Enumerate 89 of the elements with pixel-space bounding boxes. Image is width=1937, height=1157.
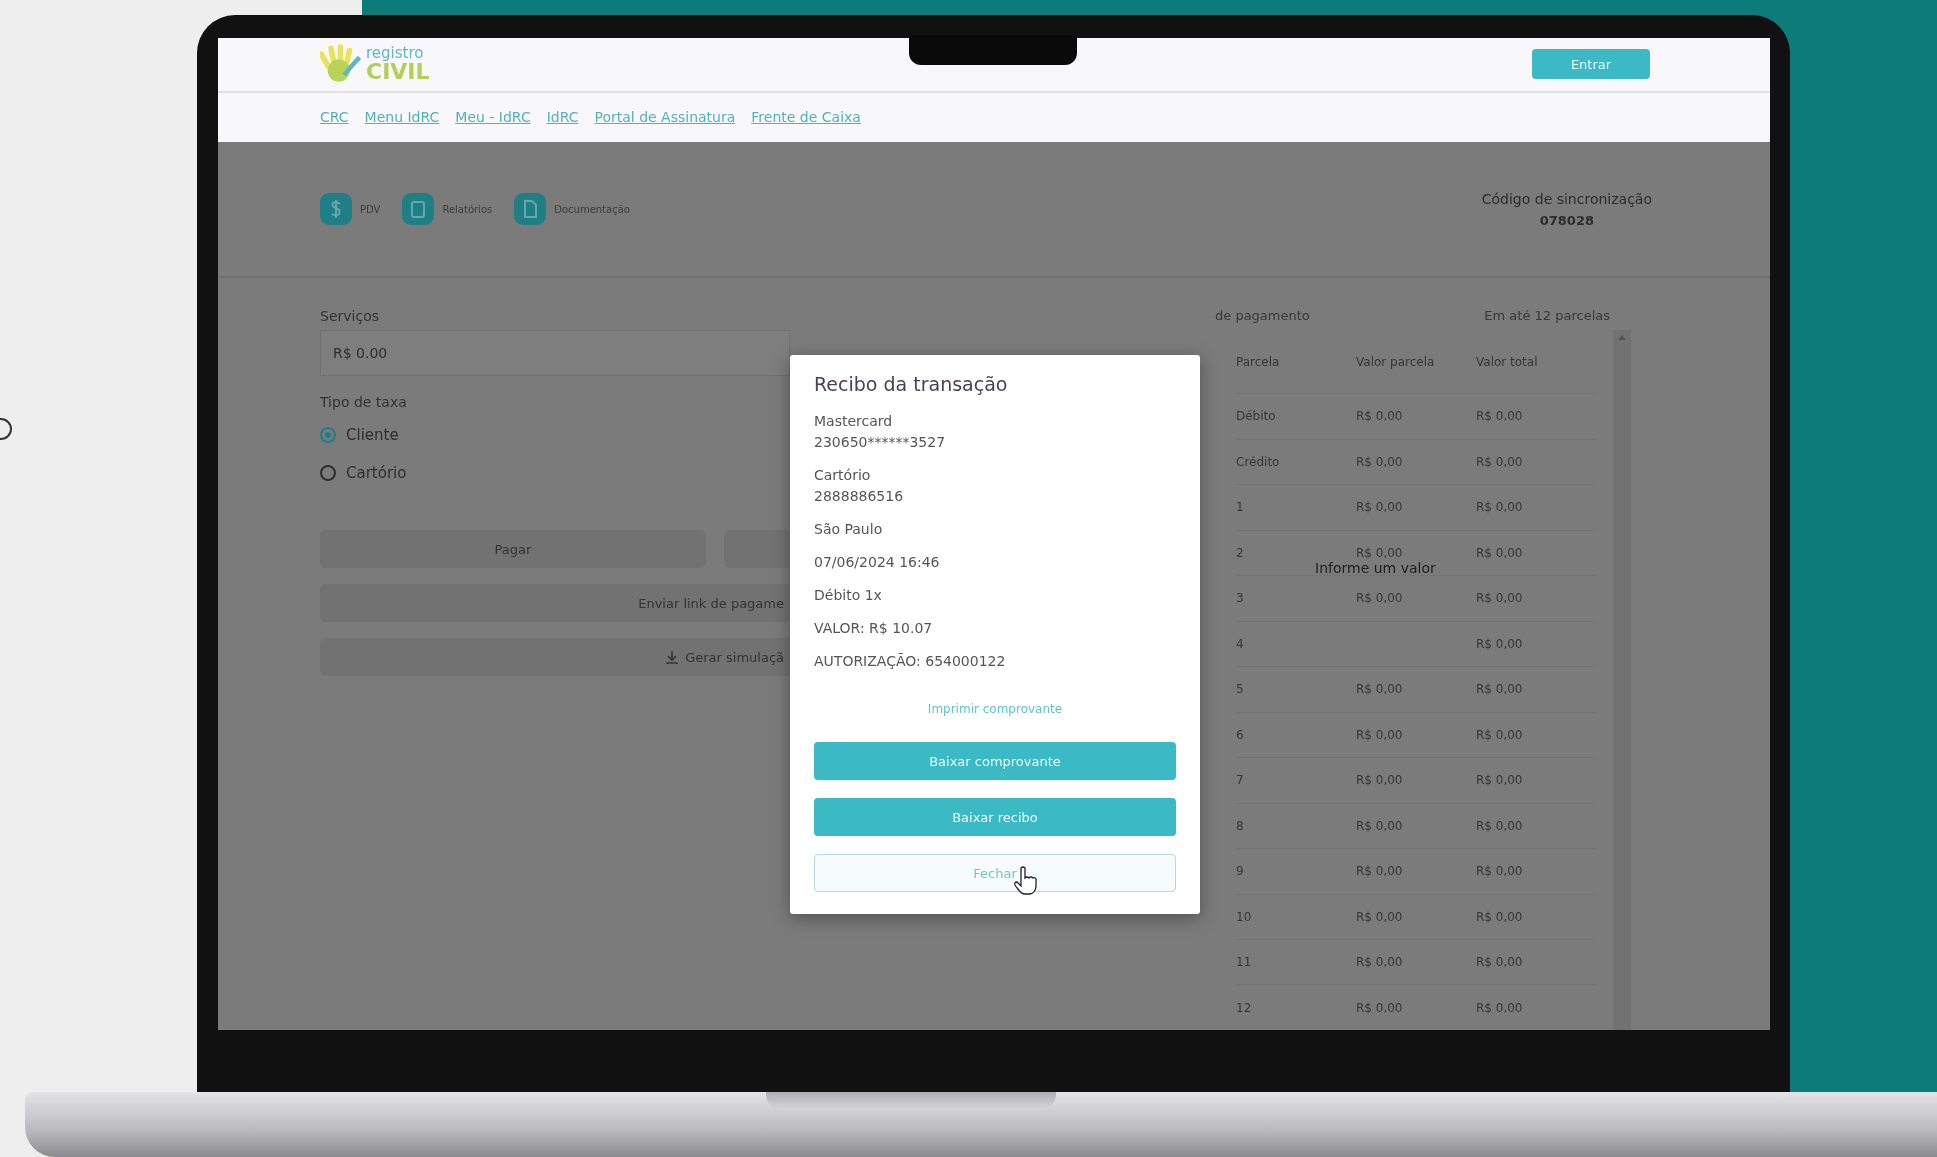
table-cell: 8 [1235,803,1355,849]
table-cell: R$ 0,00 [1475,939,1595,985]
table-cell: R$ 0,00 [1475,666,1595,713]
document-icon [514,193,547,225]
radio-button[interactable] [320,427,336,443]
receipt-line: Mastercard [814,412,894,431]
table-cell: R$ 0,00 [1475,894,1595,940]
table-cell: R$ 0,00 [1355,712,1475,758]
sync-code-label: Código de sincronização [1481,190,1652,207]
toolbar-link[interactable]: Documentação [554,203,630,215]
dollar-icon [320,193,352,225]
radio-label: Cliente [346,426,399,444]
table-cell: R$ 0,00 [1475,575,1595,622]
table-cell: R$ 0,00 [1355,439,1475,485]
table-cell: 4 [1235,621,1355,667]
table-cell: 10 [1235,894,1355,940]
radio-button[interactable] [320,465,336,481]
table-cell: R$ 0,00 [1355,848,1475,894]
scroll-up-arrow-icon [1617,334,1627,341]
nav-link[interactable]: IdRC [546,109,579,126]
table-cell: R$ 0,00 [1355,894,1475,940]
receipt-line: 2888886516 [814,487,905,506]
field-label: Serviços [320,308,380,324]
table-cell: R$ 0,00 [1475,530,1595,576]
table-cell: 1 [1235,484,1355,531]
dialog-title: Recibo da transação [814,373,1009,395]
table-cell: R$ 0,00 [1355,939,1475,985]
table-cell: Débito [1235,393,1355,440]
close-button[interactable]: Fechar [814,854,1176,892]
nav-link[interactable]: Frente de Caixa [751,109,861,126]
table-cell: R$ 0,00 [1475,803,1595,849]
table-cell: R$ 0,00 [1475,484,1595,531]
table-cell: 12 [1235,985,1355,1030]
download-button[interactable]: Baixar comprovante [814,742,1176,780]
table-cell: R$ 0,00 [1355,757,1475,804]
table-cell: R$ 0,00 [1355,393,1475,440]
radio-label: Cartório [346,464,407,482]
nav-link[interactable]: CRC [320,109,349,126]
receipt-line: São Paulo [814,520,884,539]
panel-title: de pagamento [1215,308,1310,325]
login-button[interactable]: Entrar [1532,49,1650,80]
table-cell: 7 [1235,757,1355,804]
pay-button[interactable]: Pagar [320,530,706,568]
simulate-button[interactable]: Gerar simulaçã [320,638,790,676]
column-header: Valor parcela [1355,330,1475,394]
receipt-line: Débito 1x [814,586,883,605]
table-cell: R$ 0,00 [1355,575,1475,622]
services-input[interactable]: R$ 0.00 [320,330,790,376]
sync-code: 078028 [1538,212,1595,228]
nav-link[interactable]: Menu IdRC [364,109,440,126]
table-cell: R$ 0,00 [1355,484,1475,531]
toolbar-link[interactable]: Relatórios [442,203,493,215]
receipt-line: VALOR: R$ 10.07 [814,619,934,638]
table-cell: R$ 0,00 [1355,803,1475,849]
table-cell: 9 [1235,848,1355,894]
table-cell: R$ 0,00 [1475,393,1595,440]
download-button[interactable]: Baixar recibo [814,798,1176,836]
field-label: Tipo de taxa [320,394,408,410]
table-cell: R$ 0,00 [1475,439,1595,485]
scrollbar[interactable] [1613,330,1631,1030]
table-cell: R$ 0,00 [1475,757,1595,804]
table-cell: Crédito [1235,439,1355,485]
table-cell: R$ 0,00 [1355,666,1475,713]
table-cell: R$ 0,00 [1475,985,1595,1030]
column-header: Parcela [1235,330,1355,394]
table-cell: R$ 0,00 [1475,621,1595,667]
table-cell: 11 [1235,939,1355,985]
logo-text-bottom: CIVIL [366,60,430,83]
receipt-line: Cartório [814,466,872,485]
nav-link[interactable]: Portal de Assinatura [594,109,736,126]
table-cell: 5 [1235,666,1355,713]
toolbar-link[interactable]: PDV [360,203,381,215]
table-cell: 6 [1235,712,1355,758]
empty-message: Informe um valor [1315,560,1436,576]
send-link-button[interactable]: Enviar link de pagame [320,584,790,622]
logo-text-top: registro [366,45,425,61]
table-cell: R$ 0,00 [1355,985,1475,1030]
download-icon [665,650,680,664]
table-cell: 3 [1235,575,1355,622]
clipboard-icon [402,193,435,225]
table-cell: R$ 0,00 [1475,712,1595,758]
column-header: Valor total [1475,330,1595,394]
receipt-line: 230650******3527 [814,433,947,452]
receipt-line: AUTORIZAÇÃO: 654000122 [814,652,1007,671]
receipt-line: 07/06/2024 16:46 [814,553,941,572]
installments-label: Em até 12 parcelas [1484,308,1610,325]
table-cell: R$ 0,00 [1475,848,1595,894]
nav-link[interactable]: Meu - IdRC [455,109,531,126]
print-receipt-link[interactable]: Imprimir comprovante [927,702,1063,716]
